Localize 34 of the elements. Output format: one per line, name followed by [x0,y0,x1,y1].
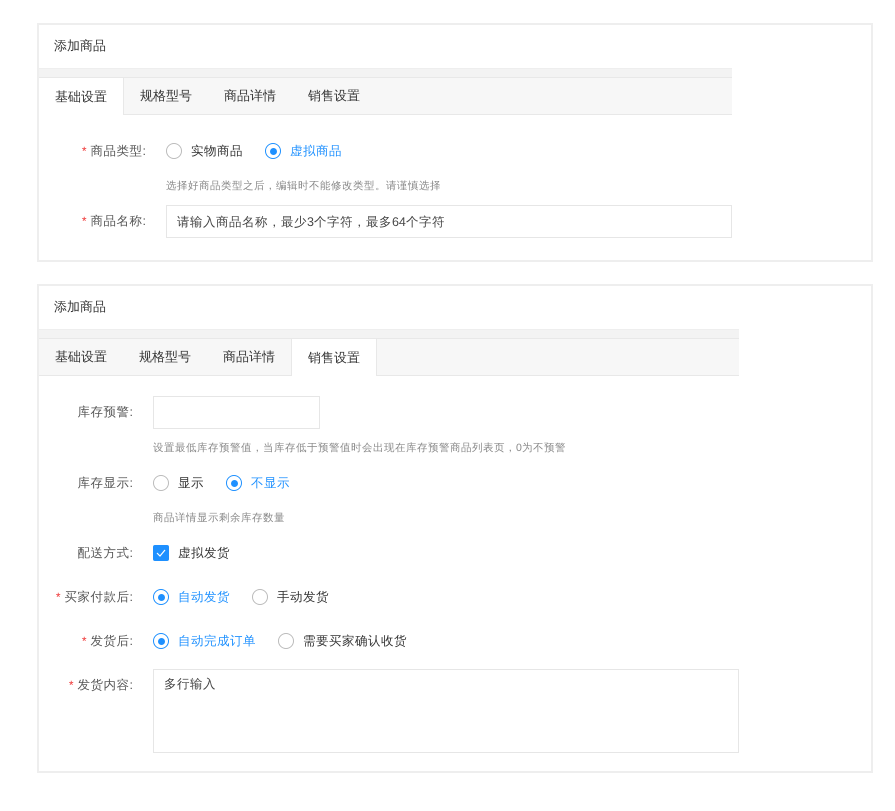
radio-option[interactable]: 需要买家确认收货 [278,632,407,650]
hint-text: 选择好商品类型之后，编辑时不能修改类型。请谨慎选择 [166,179,442,193]
checkbox-option[interactable]: 虚拟发货 [153,544,230,562]
field-label: 买家付款后: [64,590,133,604]
hint-text: 商品详情显示剩余库存数量 [153,511,286,525]
required-mark: * [82,144,87,158]
radio-option[interactable]: 实物商品 [166,142,243,160]
radio-option[interactable]: 显示 [153,474,204,492]
required-mark: * [82,214,87,228]
field-label: 发货内容: [78,678,133,692]
text-field[interactable] [153,396,320,429]
tab[interactable]: 规格型号 [124,78,208,114]
tab[interactable]: 商品详情 [208,78,292,114]
textarea-field[interactable]: 多行输入 [153,669,739,753]
card-title: 添加商品 [53,298,107,316]
tab[interactable]: 基础设置 [39,339,123,375]
required-mark: * [56,590,61,604]
field-label: 库存预警: [78,405,133,419]
card-title: 添加商品 [53,37,107,55]
tab[interactable]: 销售设置 [292,78,376,114]
radio-option[interactable]: 手动发货 [252,588,329,606]
tab[interactable]: 基础设置 [39,78,124,115]
field-label: 商品名称: [90,214,146,228]
hint-text: 设置最低库存预警值，当库存低于预警值时会出现在库存预警商品列表页，0为不预警 [153,441,567,455]
required-mark: * [82,634,87,648]
field-label: 配送方式: [78,546,133,560]
field-label: 发货后: [90,634,133,648]
tab[interactable]: 销售设置 [291,339,377,376]
tab[interactable]: 规格型号 [123,339,207,375]
field-label: 库存显示: [78,476,133,490]
field-label: 商品类型: [90,144,146,158]
required-mark: * [68,678,74,692]
text-field[interactable]: 请输入商品名称，最少3个字符，最多64个字符 [166,205,732,238]
tab[interactable]: 商品详情 [207,339,291,375]
